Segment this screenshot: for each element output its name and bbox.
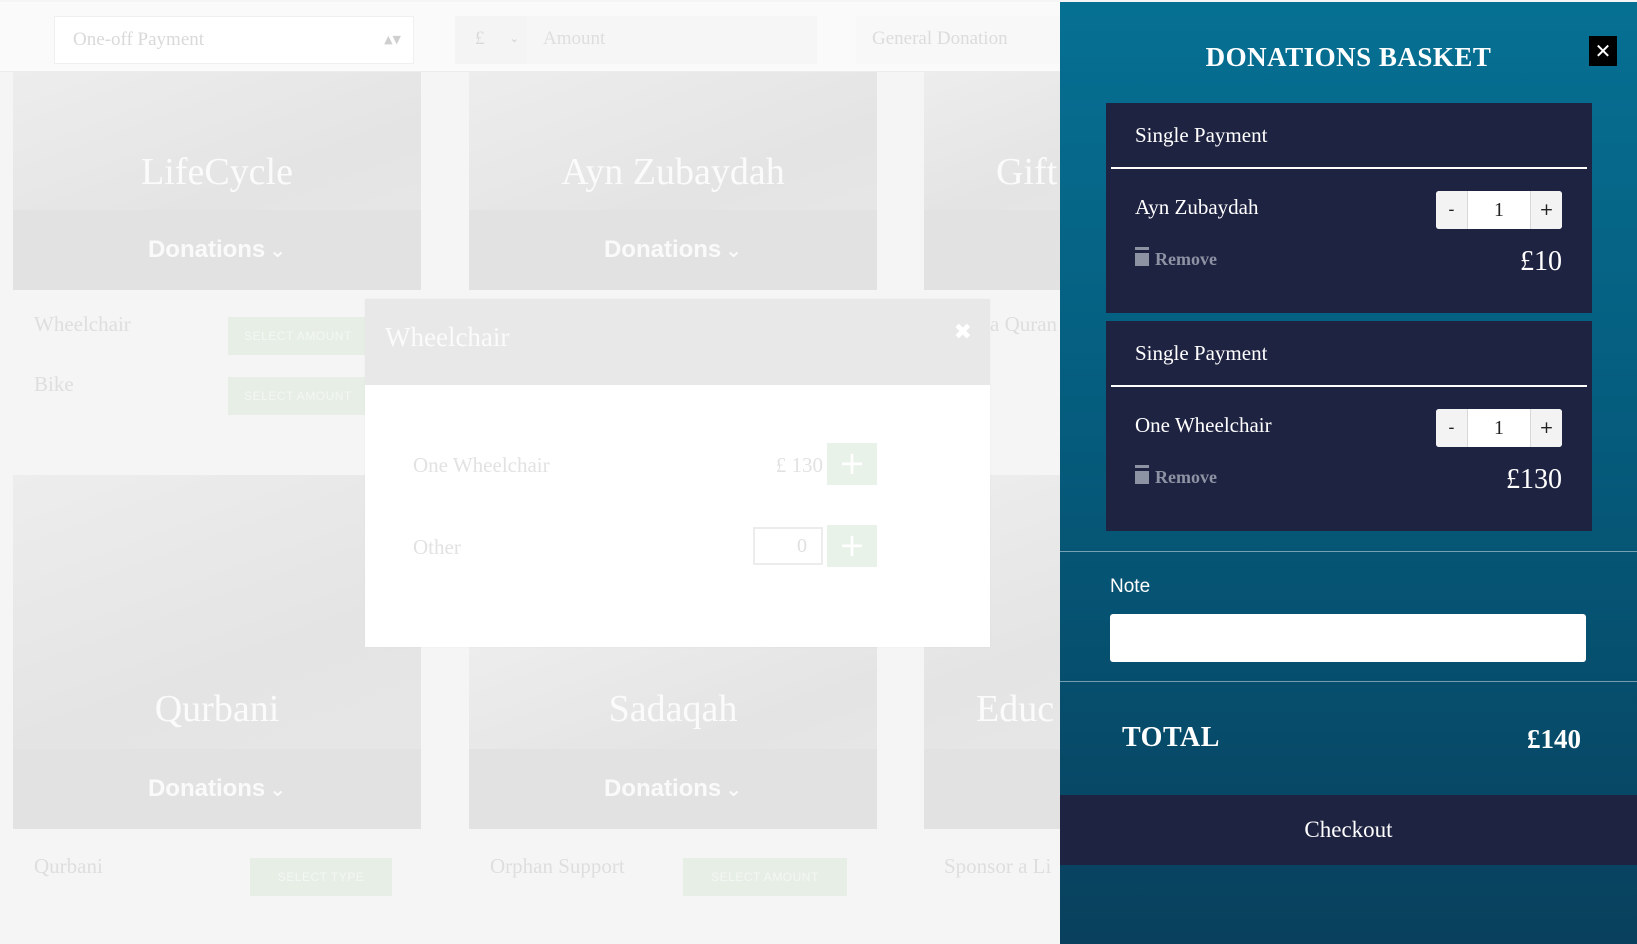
currency-value: £: [475, 28, 485, 49]
remove-button[interactable]: Remove: [1135, 467, 1217, 488]
modal-title: Wheelchair: [385, 322, 510, 352]
card-donations-button[interactable]: Donations ⌄: [469, 210, 877, 290]
basket-item-price: £130: [1506, 464, 1562, 495]
option-label: Other: [413, 535, 461, 559]
trash-icon: [1135, 468, 1149, 484]
campaign-card-ayn-zubaydah[interactable]: Ayn Zubaydah Donations ⌄: [469, 72, 877, 290]
item-label-bike: Bike: [34, 372, 74, 396]
quantity-stepper: - 1 +: [1436, 191, 1562, 229]
card-title: Gift: [996, 151, 1058, 193]
card-donations-button[interactable]: Donations ⌄: [13, 749, 421, 829]
option-label: One Wheelchair: [413, 453, 550, 477]
card-title: Educ: [976, 688, 1055, 730]
card-donations-button[interactable]: Donations ⌄: [469, 749, 877, 829]
modal-header: Wheelchair ✖: [365, 299, 990, 385]
payment-type-label: Single Payment: [1135, 341, 1268, 365]
item-label-quran: a Quran: [990, 312, 1058, 336]
double-chevron-down-icon: ⌄: [725, 238, 743, 262]
quantity-value[interactable]: 1: [1468, 409, 1530, 447]
select-amount-button[interactable]: SELECT AMOUNT: [683, 858, 847, 896]
card-title: LifeCycle: [141, 151, 293, 193]
basket-item-header: Single Payment: [1111, 103, 1587, 169]
campaign-card-qurbani[interactable]: Qurbani Donations ⌄: [13, 475, 421, 829]
trash-icon: [1135, 250, 1149, 266]
plus-icon[interactable]: +: [827, 525, 877, 567]
campaign-card-lifecycle[interactable]: LifeCycle Donations ⌄: [13, 72, 421, 290]
card-donations-button[interactable]: [924, 749, 1060, 829]
increase-button[interactable]: +: [1530, 409, 1562, 447]
card-donations-button[interactable]: [924, 210, 1060, 290]
basket-item-price: £10: [1520, 246, 1562, 277]
basket-item-name: Ayn Zubaydah: [1135, 195, 1259, 219]
divider: [1060, 681, 1637, 682]
payment-type-value: One-off Payment: [73, 29, 205, 50]
decrease-button[interactable]: -: [1436, 191, 1468, 229]
quantity-value[interactable]: 1: [1468, 191, 1530, 229]
payment-type-select[interactable]: One-off Payment ▲▼: [54, 16, 414, 64]
modal-option-row: Other 0 +: [413, 517, 913, 581]
campaign-card-sadaqah[interactable]: Sadaqah Donations ⌄: [469, 647, 877, 829]
double-chevron-down-icon: ⌄: [269, 238, 287, 262]
item-label-qurbani: Qurbani: [34, 854, 103, 878]
note-label: Note: [1110, 576, 1151, 597]
close-icon[interactable]: ✖: [954, 321, 972, 345]
note-input[interactable]: [1110, 614, 1586, 662]
other-amount-input[interactable]: 0: [753, 527, 823, 565]
card-donations-button[interactable]: Donations ⌄: [13, 210, 421, 290]
select-amount-button[interactable]: SELECT AMOUNT: [228, 377, 368, 415]
remove-label: Remove: [1155, 467, 1217, 487]
card-footer-label: Donations: [147, 236, 266, 263]
basket-item: Single Payment One Wheelchair - 1 + Remo…: [1106, 321, 1592, 531]
card-title: Ayn Zubaydah: [561, 151, 785, 193]
basket-title: DONATIONS BASKET: [1205, 42, 1492, 72]
divider: [1060, 551, 1637, 552]
select-amount-button[interactable]: SELECT AMOUNT: [228, 317, 368, 355]
payment-type-label: Single Payment: [1135, 123, 1268, 147]
total-value: £140: [1527, 724, 1581, 754]
double-chevron-down-icon: ⌄: [725, 777, 743, 801]
card-title: Qurbani: [154, 688, 280, 730]
select-type-button[interactable]: SELECT TYPE: [250, 858, 392, 896]
basket-item-name: One Wheelchair: [1135, 413, 1272, 437]
currency-select[interactable]: £ ⌄: [455, 16, 527, 64]
plus-icon[interactable]: +: [827, 443, 877, 485]
remove-label: Remove: [1155, 249, 1217, 269]
item-label-orphan-support: Orphan Support: [490, 854, 625, 878]
basket-item: Single Payment Ayn Zubaydah - 1 + Remove…: [1106, 103, 1592, 313]
checkout-button[interactable]: Checkout: [1060, 795, 1637, 865]
card-footer-label: Donations: [147, 775, 266, 802]
decrease-button[interactable]: -: [1436, 409, 1468, 447]
amount-input[interactable]: Amount: [527, 16, 817, 64]
close-icon[interactable]: ✕: [1589, 36, 1617, 66]
modal-option-row: One Wheelchair £ 130 +: [413, 435, 913, 499]
increase-button[interactable]: +: [1530, 191, 1562, 229]
select-arrows-icon: ▲▼: [384, 33, 401, 46]
chevron-down-icon: ⌄: [509, 32, 519, 45]
basket-item-header: Single Payment: [1111, 321, 1587, 387]
double-chevron-down-icon: ⌄: [269, 777, 287, 801]
donations-basket-panel: DONATIONS BASKET ✕ Single Payment Ayn Zu…: [1060, 2, 1637, 944]
wheelchair-modal: Wheelchair ✖ One Wheelchair £ 130 + Othe…: [365, 299, 990, 647]
campaign-card-gift[interactable]: Gift: [924, 72, 1060, 290]
total-label: TOTAL: [1122, 722, 1220, 753]
option-price: £ 130: [775, 453, 823, 477]
card-footer-label: Donations: [603, 775, 722, 802]
card-footer-label: Donations: [603, 236, 722, 263]
quantity-stepper: - 1 +: [1436, 409, 1562, 447]
card-title: Sadaqah: [608, 688, 738, 730]
item-label-sponsor: Sponsor a Li: [944, 854, 1052, 878]
item-label-wheelchair: Wheelchair: [34, 312, 131, 336]
remove-button[interactable]: Remove: [1135, 249, 1217, 270]
